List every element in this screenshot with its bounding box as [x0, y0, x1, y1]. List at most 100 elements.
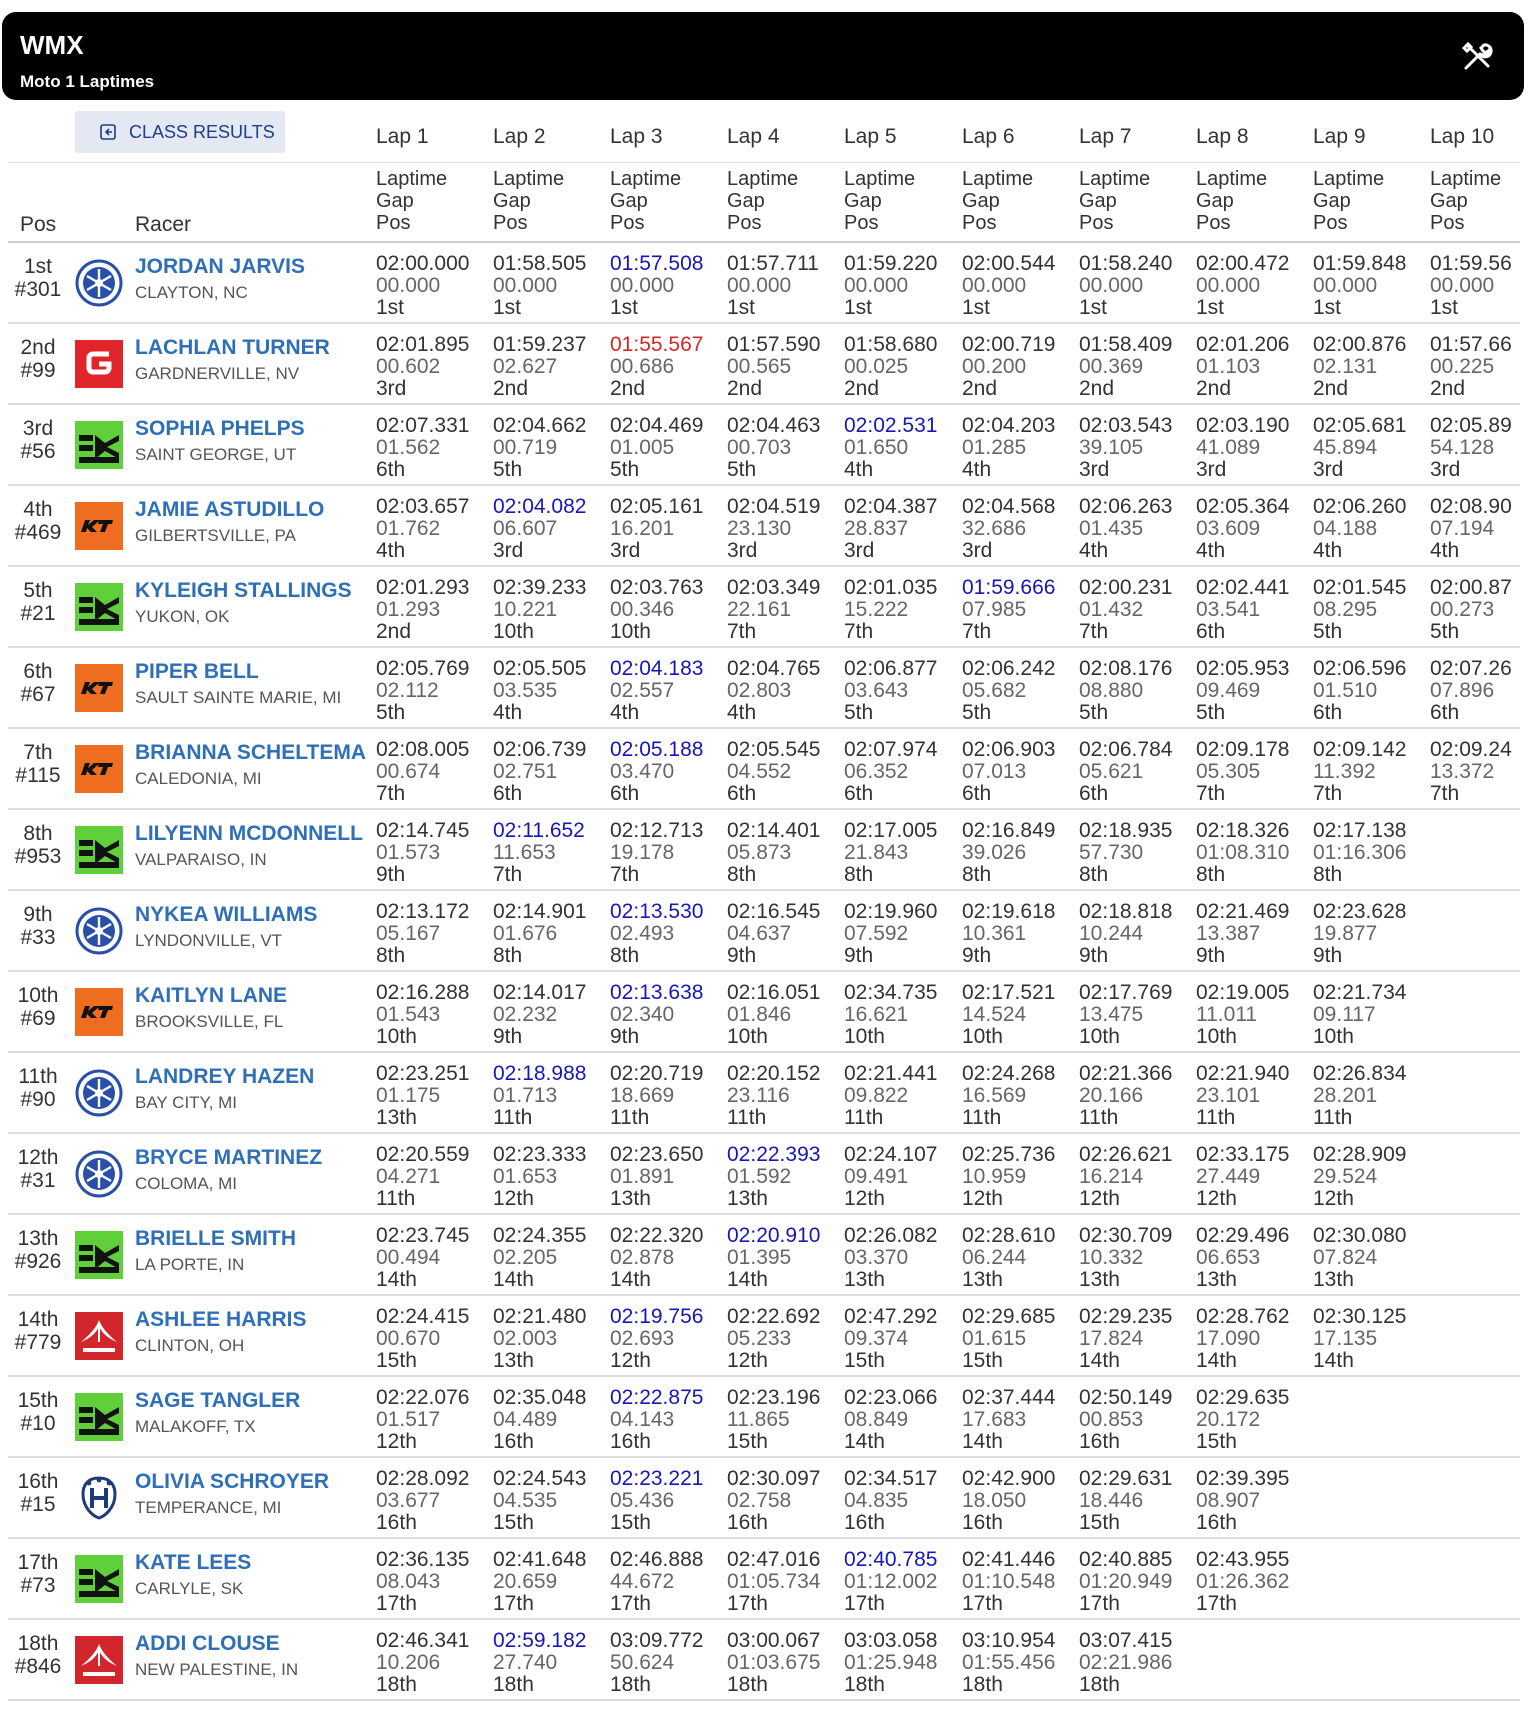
gap-value: 00.000	[844, 274, 909, 297]
gap-value: 41.089	[1196, 436, 1261, 459]
lap-cell: 02:35.048 04.489 16th	[493, 1387, 613, 1453]
gap-value: 01.517	[376, 1408, 441, 1431]
racer-name-link[interactable]: SOPHIA PHELPS	[135, 417, 305, 441]
kawasaki-logo-icon	[75, 583, 123, 631]
racer-hometown: GILBERTSVILLE, PA	[135, 526, 296, 545]
gap-value: 00.670	[376, 1327, 441, 1350]
gap-value: 23.130	[727, 517, 792, 540]
laptime-value: 02:23.628	[1313, 901, 1407, 923]
lap-position-value: 1st	[844, 296, 873, 319]
gap-value: 02:21.986	[1079, 1651, 1173, 1674]
lap-cell: 02:46.888 44.672 17th	[610, 1549, 730, 1615]
lap-position-value: 3rd	[1430, 458, 1461, 481]
racer-name-link[interactable]: ASHLEE HARRIS	[135, 1308, 307, 1332]
lap-cell: 02:05.681 45.894 3rd	[1313, 415, 1433, 481]
lap-cell: 02:09.24 13.372 7th	[1430, 739, 1534, 805]
gap-value: 02.557	[610, 679, 675, 702]
lap-position-value: 11th	[844, 1106, 884, 1129]
class-results-button[interactable]: CLASS RESULTS	[75, 111, 285, 153]
tools-icon[interactable]	[1460, 40, 1494, 74]
laptime-value: 02:22.320	[610, 1225, 704, 1247]
racer-name-link[interactable]: OLIVIA SCHROYER	[135, 1470, 329, 1494]
laptime-value: 02:29.496	[1196, 1225, 1290, 1247]
lap-position-value: 5th	[1313, 620, 1343, 643]
gap-value: 06.653	[1196, 1246, 1261, 1269]
lap-position-value: 13th	[727, 1187, 768, 1210]
lap-cell: 02:03.349 22.161 7th	[727, 577, 847, 643]
lap-cell: 02:30.125 17.135 14th	[1313, 1306, 1433, 1372]
lap-position-value: 12th	[1079, 1187, 1120, 1210]
racer-name-link[interactable]: LACHLAN TURNER	[135, 336, 330, 360]
laptime-value: 01:59.848	[1313, 253, 1407, 275]
laptime-value: 01:59.666	[962, 577, 1056, 599]
lap-position-value: 7th	[962, 620, 992, 643]
lap-position-value: 3rd	[493, 539, 524, 562]
lap-cell: 02:29.235 17.824 14th	[1079, 1306, 1199, 1372]
lap-cell: 02:18.935 57.730 8th	[1079, 820, 1199, 886]
subheader-gap: Gap	[610, 190, 648, 212]
racer-name-link[interactable]: KYLEIGH STALLINGS	[135, 579, 352, 603]
place-text: 14th	[17, 1308, 59, 1331]
gap-value: 05.873	[727, 841, 792, 864]
laptime-value: 02:02.441	[1196, 577, 1290, 599]
gap-value: 00.225	[1430, 355, 1495, 378]
laptime-value: 02:04.082	[493, 496, 587, 518]
subheader-pos: Pos	[1430, 212, 1465, 234]
lap-position-value: 16th	[610, 1430, 651, 1453]
racer-name-link[interactable]: JORDAN JARVIS	[135, 255, 305, 279]
bike-number: #90	[20, 1088, 56, 1111]
lap-cell: 02:21.441 09.822 11th	[844, 1063, 964, 1129]
gap-value: 32.686	[962, 517, 1027, 540]
lap-cell: 02:39.233 10.221 10th	[493, 577, 613, 643]
gap-value: 01.293	[376, 598, 441, 621]
ktm-logo-icon	[75, 745, 123, 793]
racer-name-link[interactable]: PIPER BELL	[135, 660, 259, 684]
racer-name-link[interactable]: NYKEA WILLIAMS	[135, 903, 317, 927]
racer-name-link[interactable]: KAITLYN LANE	[135, 984, 287, 1008]
lap-position-value: 16th	[962, 1511, 1003, 1534]
lap-subheader-9: Laptime Gap Pos	[1313, 168, 1384, 234]
racer-name-link[interactable]: SAGE TANGLER	[135, 1389, 300, 1413]
table-row: 16th #15 OLIVIA SCHROYER TEMPERANCE, MI 02:2…	[8, 1458, 1520, 1539]
lap-cell: 02:04.519 23.130 3rd	[727, 496, 847, 562]
laptime-value: 02:22.393	[727, 1144, 821, 1166]
gap-value: 39.026	[962, 841, 1027, 864]
lap-cell: 02:01.035 15.222 7th	[844, 577, 964, 643]
lap-cell: 02:23.221 05.436 15th	[610, 1468, 730, 1534]
racer-name-link[interactable]: BRYCE MARTINEZ	[135, 1146, 322, 1170]
bike-number: #99	[20, 359, 56, 382]
gap-value: 00.602	[376, 355, 441, 378]
laptime-value: 02:05.545	[727, 739, 821, 761]
gap-value: 04.271	[376, 1165, 441, 1188]
lap-cell: 02:23.251 01.175 13th	[376, 1063, 496, 1129]
racer-name-link[interactable]: BRIANNA SCHELTEMA	[135, 741, 366, 765]
laptime-value: 02:16.288	[376, 982, 470, 1004]
gap-value: 02.693	[610, 1327, 675, 1350]
place-text: 1st	[23, 255, 52, 278]
lap-position-value: 9th	[1313, 944, 1343, 967]
lap-position-value: 3rd	[844, 539, 875, 562]
lap-cell: 02:03.543 39.105 3rd	[1079, 415, 1199, 481]
racer-name-link[interactable]: LANDREY HAZEN	[135, 1065, 314, 1089]
table-row: 1st #301 JORDAN JARVIS CLAYTON, NC 02:00.000…	[8, 243, 1520, 324]
laptime-value: 02:00.544	[962, 253, 1056, 275]
gap-value: 18.669	[610, 1084, 675, 1107]
gap-value: 23.101	[1196, 1084, 1261, 1107]
racer-name-link[interactable]: ADDI CLOUSE	[135, 1632, 280, 1656]
lap-position-value: 12th	[493, 1187, 534, 1210]
lap-cell: 02:50.149 00.853 16th	[1079, 1387, 1199, 1453]
laptime-value: 02:26.834	[1313, 1063, 1407, 1085]
lap-position-value: 1st	[1079, 296, 1108, 319]
racer-name-link[interactable]: JAMIE ASTUDILLO	[135, 498, 324, 522]
gap-value: 07.824	[1313, 1246, 1378, 1269]
racer-name-link[interactable]: KATE LEES	[135, 1551, 251, 1575]
lap-cell: 02:26.082 03.370 13th	[844, 1225, 964, 1291]
bike-number: #67	[20, 683, 56, 706]
lap-position-value: 18th	[493, 1673, 534, 1696]
racer-name-link[interactable]: LILYENN MCDONNELL	[135, 822, 363, 846]
lap-cell: 02:22.692 05.233 12th	[727, 1306, 847, 1372]
racer-hometown: BAY CITY, MI	[135, 1093, 238, 1112]
racer-name-link[interactable]: BRIELLE SMITH	[135, 1227, 296, 1251]
lap-position-value: 1st	[727, 296, 756, 319]
lap-cell: 02:06.903 07.013 6th	[962, 739, 1082, 805]
